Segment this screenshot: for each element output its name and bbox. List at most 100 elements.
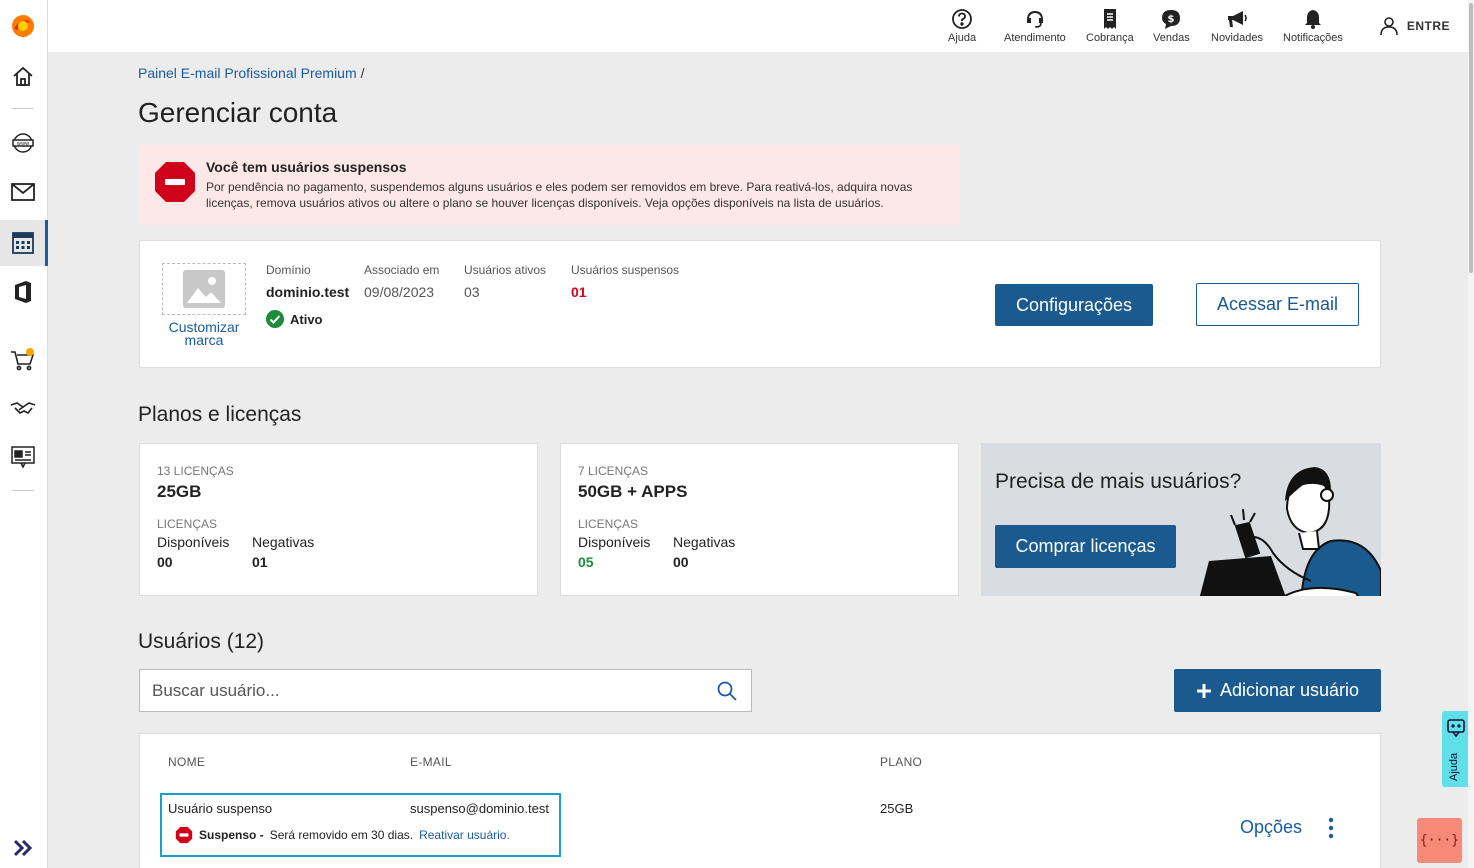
site-builder-icon[interactable] — [0, 437, 46, 477]
active-users-label: Usuários ativos — [464, 263, 547, 277]
status-badge: Ativo — [266, 310, 323, 328]
suspended-users-alert: Você tem usuários suspensos Por pendênci… — [139, 145, 960, 225]
stop-sign-icon — [175, 826, 193, 844]
user-search-box — [139, 669, 752, 712]
image-placeholder-icon — [183, 270, 225, 308]
sales-button[interactable]: $ Vendas — [1153, 8, 1190, 44]
breadcrumb: Painel E-mail Profissional Premium / — [138, 65, 365, 81]
breadcrumb-link[interactable]: Painel E-mail Profissional Premium — [138, 65, 357, 81]
negative-value: 01 — [252, 554, 268, 570]
account-card: Customizar marca Domínio dominio.test At… — [139, 240, 1381, 368]
breadcrumb-separator: / — [360, 65, 365, 81]
search-icon[interactable] — [717, 681, 737, 701]
mail-icon[interactable] — [0, 172, 46, 212]
plan-license-count: 13 LICENÇAS — [157, 464, 234, 478]
bell-icon — [1304, 10, 1321, 29]
plan-licenses-label: LICENÇAS — [157, 517, 218, 531]
svg-text:www: www — [17, 141, 29, 147]
person-with-phone-illustration — [1199, 467, 1381, 596]
cart-icon[interactable] — [0, 339, 46, 379]
column-header-email: E-MAIL — [410, 755, 452, 769]
debug-button[interactable]: {···} — [1417, 818, 1462, 863]
scrollbar-thumb[interactable] — [1469, 3, 1473, 273]
kebab-menu-icon[interactable] — [1326, 817, 1336, 839]
support-button[interactable]: Atendimento — [1004, 8, 1066, 44]
plan-licenses-label: LICENÇAS — [578, 517, 639, 531]
sales-label: Vendas — [1153, 32, 1190, 44]
plan-license-count: 7 LICENÇAS — [578, 464, 649, 478]
login-button[interactable]: ENTRE — [1379, 16, 1450, 36]
notifications-button[interactable]: Notificações — [1283, 8, 1343, 44]
office-icon[interactable] — [0, 272, 46, 312]
negative-value: 00 — [673, 554, 689, 570]
page-scrollbar[interactable] — [1468, 0, 1474, 868]
add-user-label: Adicionar usuário — [1219, 680, 1360, 700]
help-button[interactable]: Ajuda — [948, 8, 976, 44]
news-label: Novidades — [1211, 32, 1263, 44]
reactivate-user-link[interactable]: Reativar usuário. — [419, 828, 510, 842]
help-chat-tab[interactable]: Ajuda — [1442, 711, 1470, 787]
user-name: Usuário suspenso — [168, 801, 273, 816]
handshake-icon[interactable] — [0, 389, 46, 429]
help-label: Ajuda — [948, 32, 977, 44]
suspended-label: Suspenso - — [199, 828, 264, 842]
options-link[interactable]: Opções — [1240, 817, 1302, 838]
notifications-label: Notificações — [1283, 32, 1343, 44]
removal-notice: Será removido em 30 dias. — [269, 828, 414, 842]
associated-label: Associado em — [364, 263, 440, 277]
access-email-button[interactable]: Acessar E-mail — [1196, 283, 1359, 326]
negative-label: Negativas — [252, 534, 315, 550]
top-bar: Ajuda Atendimento Cobrança $ Vendas Novi… — [48, 0, 1474, 52]
receipt-icon — [1103, 9, 1116, 29]
plus-icon — [1196, 683, 1211, 698]
megaphone-icon — [1227, 11, 1247, 27]
domain-www-icon[interactable]: www — [0, 123, 46, 163]
help-circle-icon — [952, 9, 972, 29]
plan-name: 25GB — [157, 482, 202, 501]
users-section-title: Usuários (12) — [138, 630, 265, 653]
column-header-plan: PLANO — [880, 755, 923, 769]
suspended-status: Suspenso - Será removido em 30 dias. Rea… — [175, 826, 510, 844]
page-title: Gerenciar conta — [138, 97, 338, 128]
available-value: 00 — [157, 554, 173, 570]
stop-sign-icon — [153, 160, 197, 209]
brand-logo-icon[interactable] — [0, 6, 46, 46]
dashboard-grid-icon[interactable] — [0, 220, 48, 266]
buy-licenses-button[interactable]: Comprar licenças — [995, 525, 1176, 568]
billing-button[interactable]: Cobrança — [1086, 8, 1134, 44]
plan-name: 50GB + APPS — [578, 482, 688, 501]
user-icon — [1380, 17, 1398, 36]
svg-text:$: $ — [1168, 14, 1175, 25]
associated-value: 09/08/2023 — [364, 284, 435, 300]
settings-button[interactable]: Configurações — [995, 284, 1153, 326]
add-user-button[interactable]: Adicionar usuário — [1174, 669, 1381, 712]
chat-bubble-icon — [1447, 719, 1465, 738]
help-tab-label: Ajuda — [1448, 752, 1460, 781]
suspended-users-label: Usuários suspensos — [571, 263, 680, 277]
news-button[interactable]: Novidades — [1211, 8, 1263, 44]
status-label: Ativo — [290, 311, 323, 327]
domain-label: Domínio — [266, 263, 311, 277]
home-icon[interactable] — [0, 57, 46, 97]
plan-card-50gb-apps: 7 LICENÇAS 50GB + APPS LICENÇAS Disponív… — [560, 443, 959, 596]
available-value: 05 — [578, 554, 594, 570]
double-chevron-right-icon[interactable] — [0, 828, 46, 868]
negative-label: Negativas — [673, 534, 736, 550]
users-table: NOME E-MAIL PLANO Usuário suspenso suspe… — [139, 733, 1381, 868]
sidebar-divider — [12, 108, 34, 109]
customize-brand-link[interactable]: Customizar marca — [162, 320, 246, 347]
alert-title: Você tem usuários suspensos — [206, 159, 407, 175]
available-label: Disponíveis — [578, 534, 651, 550]
billing-label: Cobrança — [1086, 32, 1134, 44]
brand-logo-placeholder[interactable] — [162, 263, 246, 315]
search-input[interactable] — [152, 678, 712, 704]
dollar-bubble-icon: $ — [1162, 10, 1181, 29]
headset-icon — [1026, 11, 1043, 28]
suspended-users-value: 01 — [571, 284, 587, 300]
plan-card-25gb: 13 LICENÇAS 25GB LICENÇAS Disponíveis 00… — [139, 443, 538, 596]
sidebar-divider — [12, 490, 34, 491]
user-plan: 25GB — [880, 801, 914, 816]
domain-value: dominio.test — [266, 284, 350, 300]
alert-text: Por pendência no pagamento, suspendemos … — [206, 180, 913, 210]
active-users-value: 03 — [464, 284, 480, 300]
